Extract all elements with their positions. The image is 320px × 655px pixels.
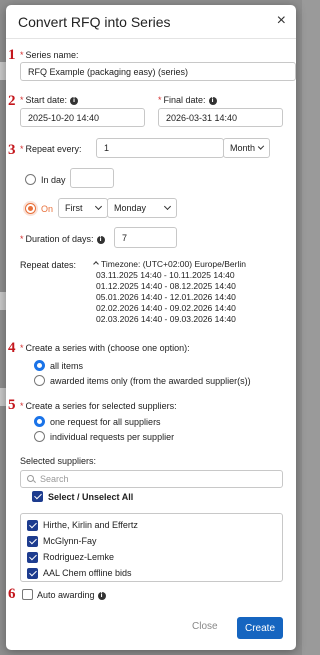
repeat-dates-list: Timezone: (UTC+02:00) Europe/Berlin 03.1… (93, 259, 246, 325)
on-weekday-select[interactable]: Monday (107, 198, 177, 218)
individual-requests-label: individual requests per supplier (50, 432, 175, 442)
step-number-6: 6 (8, 586, 16, 602)
on-ordinal-select[interactable]: First (58, 198, 108, 218)
duration-label: * Duration of days: i (20, 234, 105, 244)
repeat-date-range: 02.02.2026 14:40 - 09.02.2026 14:40 (96, 303, 236, 313)
supplier-row[interactable]: AAL Chem offline bids (27, 566, 132, 580)
search-icon (27, 475, 35, 483)
repeat-dates-timezone[interactable]: Timezone: (UTC+02:00) Europe/Berlin (93, 259, 246, 270)
info-icon[interactable]: i (96, 235, 105, 244)
supplier-checkbox[interactable] (27, 535, 38, 547)
supplier-search-input[interactable]: Search (20, 470, 283, 488)
create-for-label: * Create a series for selected suppliers: (20, 401, 177, 411)
awarded-items-label: awarded items only (from the awarded sup… (50, 376, 251, 386)
final-date-input[interactable]: 2026-03-31 14:40 (158, 108, 283, 127)
supplier-row[interactable]: Rodriguez-Lemke (27, 550, 114, 564)
one-request-radio[interactable] (34, 416, 45, 427)
selected-suppliers-label: Selected suppliers: (20, 456, 97, 466)
supplier-checkbox[interactable] (27, 551, 38, 563)
start-date-label: * Start date: i (20, 95, 79, 105)
create-button[interactable]: Create (237, 617, 283, 639)
supplier-row[interactable]: Hirthe, Kirlin and Effertz (27, 518, 138, 532)
info-icon[interactable]: i (70, 96, 79, 105)
on-radio[interactable] (25, 203, 36, 214)
step-number-2: 2 (8, 93, 16, 109)
in-day-input[interactable] (70, 168, 114, 188)
chevron-down-icon (257, 143, 265, 150)
auto-awarding-label: Auto awarding i (37, 590, 106, 600)
close-button[interactable]: Close (192, 621, 218, 632)
in-day-radio[interactable] (25, 174, 36, 185)
repeat-unit-select[interactable]: Month (223, 138, 270, 158)
final-date-label: * Final date: i (158, 95, 217, 105)
step-number-3: 3 (8, 142, 16, 158)
on-label: On (41, 204, 54, 214)
in-day-label: In day (41, 175, 66, 185)
step-number-1: 1 (8, 47, 16, 63)
all-items-label: all items (50, 361, 84, 371)
chevron-down-icon (94, 202, 103, 211)
create-with-label: * Create a series with (choose one option… (20, 343, 190, 353)
info-icon[interactable]: i (97, 591, 106, 600)
supplier-list: Hirthe, Kirlin and Effertz McGlynn-Fay R… (20, 513, 283, 582)
repeat-every-label: * Repeat every: (20, 144, 82, 154)
dialog-header: Convert RFQ into Series × (6, 5, 296, 39)
chevron-down-icon (163, 202, 172, 211)
repeat-date-range: 02.03.2026 14:40 - 09.03.2026 14:40 (96, 314, 236, 324)
repeat-dates-label: Repeat dates: (20, 260, 77, 270)
convert-rfq-dialog: Convert RFQ into Series × 1 * Series name… (6, 5, 296, 650)
awarded-items-radio[interactable] (34, 375, 45, 386)
chevron-up-icon (93, 261, 99, 267)
repeat-date-range: 05.01.2026 14:40 - 12.01.2026 14:40 (96, 292, 236, 302)
all-items-radio[interactable] (34, 360, 45, 371)
step-number-5: 5 (8, 397, 16, 413)
start-date-input[interactable]: 2025-10-20 14:40 (20, 108, 145, 127)
repeat-every-input[interactable]: 1 (96, 138, 224, 158)
select-all-label: Select / Unselect All (48, 492, 134, 502)
series-name-input[interactable]: RFQ Example (packaging easy) (series) (20, 62, 296, 81)
repeat-date-range: 03.11.2025 14:40 - 10.11.2025 14:40 (96, 270, 235, 280)
info-icon[interactable]: i (208, 96, 217, 105)
supplier-checkbox[interactable] (27, 519, 38, 531)
one-request-label: one request for all suppliers (50, 417, 161, 427)
duration-input[interactable]: 7 (114, 227, 177, 248)
supplier-row[interactable]: McGlynn-Fay (27, 534, 97, 548)
series-name-label: * Series name: (20, 50, 79, 60)
dialog-title: Convert RFQ into Series (18, 14, 171, 30)
auto-awarding-checkbox[interactable] (22, 589, 33, 600)
select-all-checkbox[interactable] (32, 491, 43, 502)
close-icon[interactable]: × (277, 13, 286, 29)
step-number-4: 4 (8, 340, 16, 356)
supplier-checkbox[interactable] (27, 567, 38, 579)
repeat-date-range: 01.12.2025 14:40 - 08.12.2025 14:40 (96, 281, 236, 291)
individual-requests-radio[interactable] (34, 431, 45, 442)
